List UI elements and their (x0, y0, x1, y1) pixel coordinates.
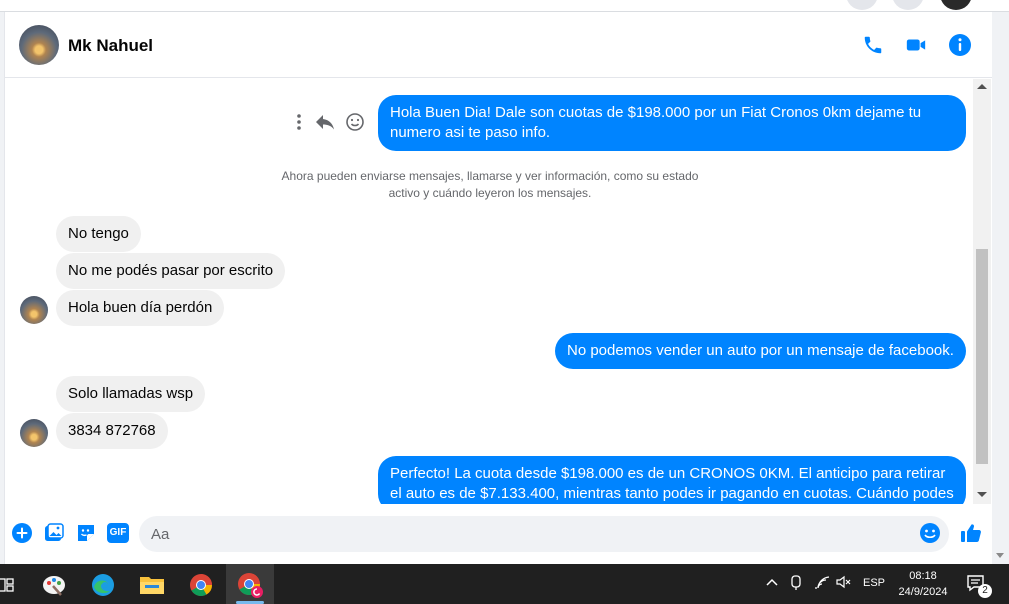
page-scroll-down-arrow[interactable] (996, 553, 1004, 558)
notification-badge: 2 (978, 584, 992, 598)
contact-avatar[interactable] (19, 25, 59, 65)
system-notice: Ahora pueden enviarse mensajes, llamarse… (281, 169, 699, 200)
top-circle-button[interactable] (846, 0, 878, 10)
reply-icon[interactable] (315, 113, 335, 136)
message-scrollbar[interactable] (973, 79, 991, 504)
plus-circle-icon[interactable] (10, 521, 34, 545)
sticker-icon[interactable] (74, 521, 98, 545)
incoming-message[interactable]: Hola buen día perdón (56, 290, 225, 326)
chat-header: Mk Nahuel (5, 12, 993, 78)
incoming-message[interactable]: No me podés pasar por escrito (56, 253, 286, 289)
message-composer: GIF (5, 508, 993, 564)
wifi-icon[interactable] (814, 575, 830, 592)
page-scrollbar[interactable] (992, 12, 1009, 564)
photo-icon[interactable] (42, 521, 66, 545)
top-circle-button[interactable] (892, 0, 924, 10)
volume-muted-icon[interactable] (836, 575, 852, 592)
message-input-box[interactable] (139, 516, 949, 552)
file-explorer-icon[interactable] (136, 569, 168, 601)
info-icon[interactable] (947, 32, 973, 58)
scroll-thumb[interactable] (976, 249, 988, 464)
gif-icon[interactable]: GIF (106, 521, 130, 545)
message-actions (293, 112, 365, 137)
scroll-up-arrow[interactable] (977, 84, 987, 89)
screen: Mk Nahuel Hola Buen Dia! Dale son cuotas… (0, 0, 1009, 604)
phone-icon[interactable] (860, 32, 886, 58)
message-list: Hola Buen Dia! Dale son cuotas de $198.0… (5, 79, 973, 504)
react-emoji-icon[interactable] (345, 112, 365, 137)
thumbs-up-icon[interactable] (959, 521, 983, 545)
video-camera-icon[interactable] (903, 32, 929, 58)
more-options-icon[interactable] (293, 113, 305, 136)
meet-now-icon[interactable] (789, 575, 803, 594)
incoming-message[interactable]: 3834 872768 (56, 413, 168, 449)
notification-center-icon[interactable]: 2 (966, 573, 992, 598)
language-indicator[interactable]: ESP (863, 577, 885, 589)
incoming-message[interactable]: Solo llamadas wsp (56, 376, 206, 412)
windows-taskbar: ESP 08:18 24/9/2024 2 (0, 564, 1009, 604)
show-hidden-icons-chevron[interactable] (765, 575, 779, 592)
contact-avatar-small[interactable] (20, 296, 48, 324)
edge-icon[interactable] (87, 569, 119, 601)
chrome-profile-icon[interactable] (234, 569, 266, 601)
chrome-icon[interactable] (185, 569, 217, 601)
chat-window: Mk Nahuel Hola Buen Dia! Dale son cuotas… (4, 12, 993, 564)
outgoing-message[interactable]: Perfecto! La cuota desde $198.000 es de … (378, 456, 966, 504)
clock-date: 24/9/2024 (898, 586, 948, 598)
clock-time: 08:18 (909, 570, 937, 582)
outgoing-message[interactable]: Hola Buen Dia! Dale son cuotas de $198.0… (378, 95, 966, 151)
scroll-down-arrow[interactable] (977, 492, 987, 497)
incoming-message[interactable]: No tengo (56, 216, 141, 252)
message-input[interactable] (151, 516, 911, 552)
paint-icon[interactable] (38, 569, 70, 601)
clock[interactable]: 08:18 24/9/2024 (890, 568, 956, 600)
gif-label: GIF (106, 523, 130, 543)
top-profile-avatar[interactable] (940, 0, 972, 10)
contact-name[interactable]: Mk Nahuel (68, 36, 153, 56)
outgoing-message[interactable]: No podemos vender un auto por un mensaje… (555, 333, 966, 369)
task-view-icon[interactable] (0, 569, 22, 601)
top-page-strip (0, 0, 1009, 12)
emoji-icon[interactable] (919, 522, 943, 546)
contact-avatar-small[interactable] (20, 419, 48, 447)
